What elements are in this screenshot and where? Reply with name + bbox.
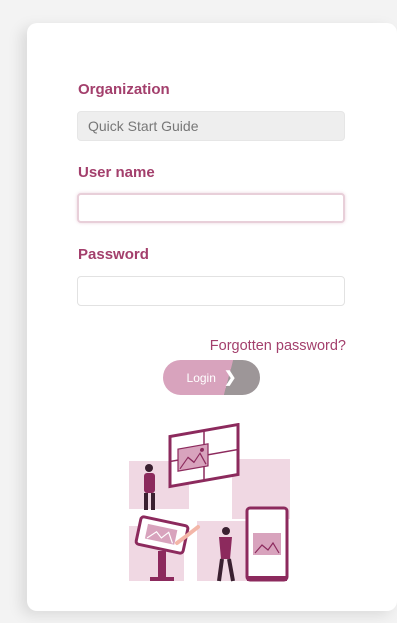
password-field[interactable] <box>77 276 345 306</box>
forgot-password-link[interactable]: Forgotten password? <box>210 338 346 354</box>
people-with-screens-illustration <box>129 423 290 582</box>
password-label: Password <box>78 246 149 263</box>
login-button-label: Login <box>186 370 216 385</box>
username-label: User name <box>78 164 155 181</box>
login-button[interactable]: Login ❯ <box>163 360 260 395</box>
login-card: Organization User name Password Forgotte… <box>27 23 397 611</box>
username-field[interactable] <box>77 193 345 223</box>
organization-field <box>77 111 345 141</box>
organization-label: Organization <box>78 81 170 98</box>
chevron-right-icon: ❯ <box>223 369 237 386</box>
